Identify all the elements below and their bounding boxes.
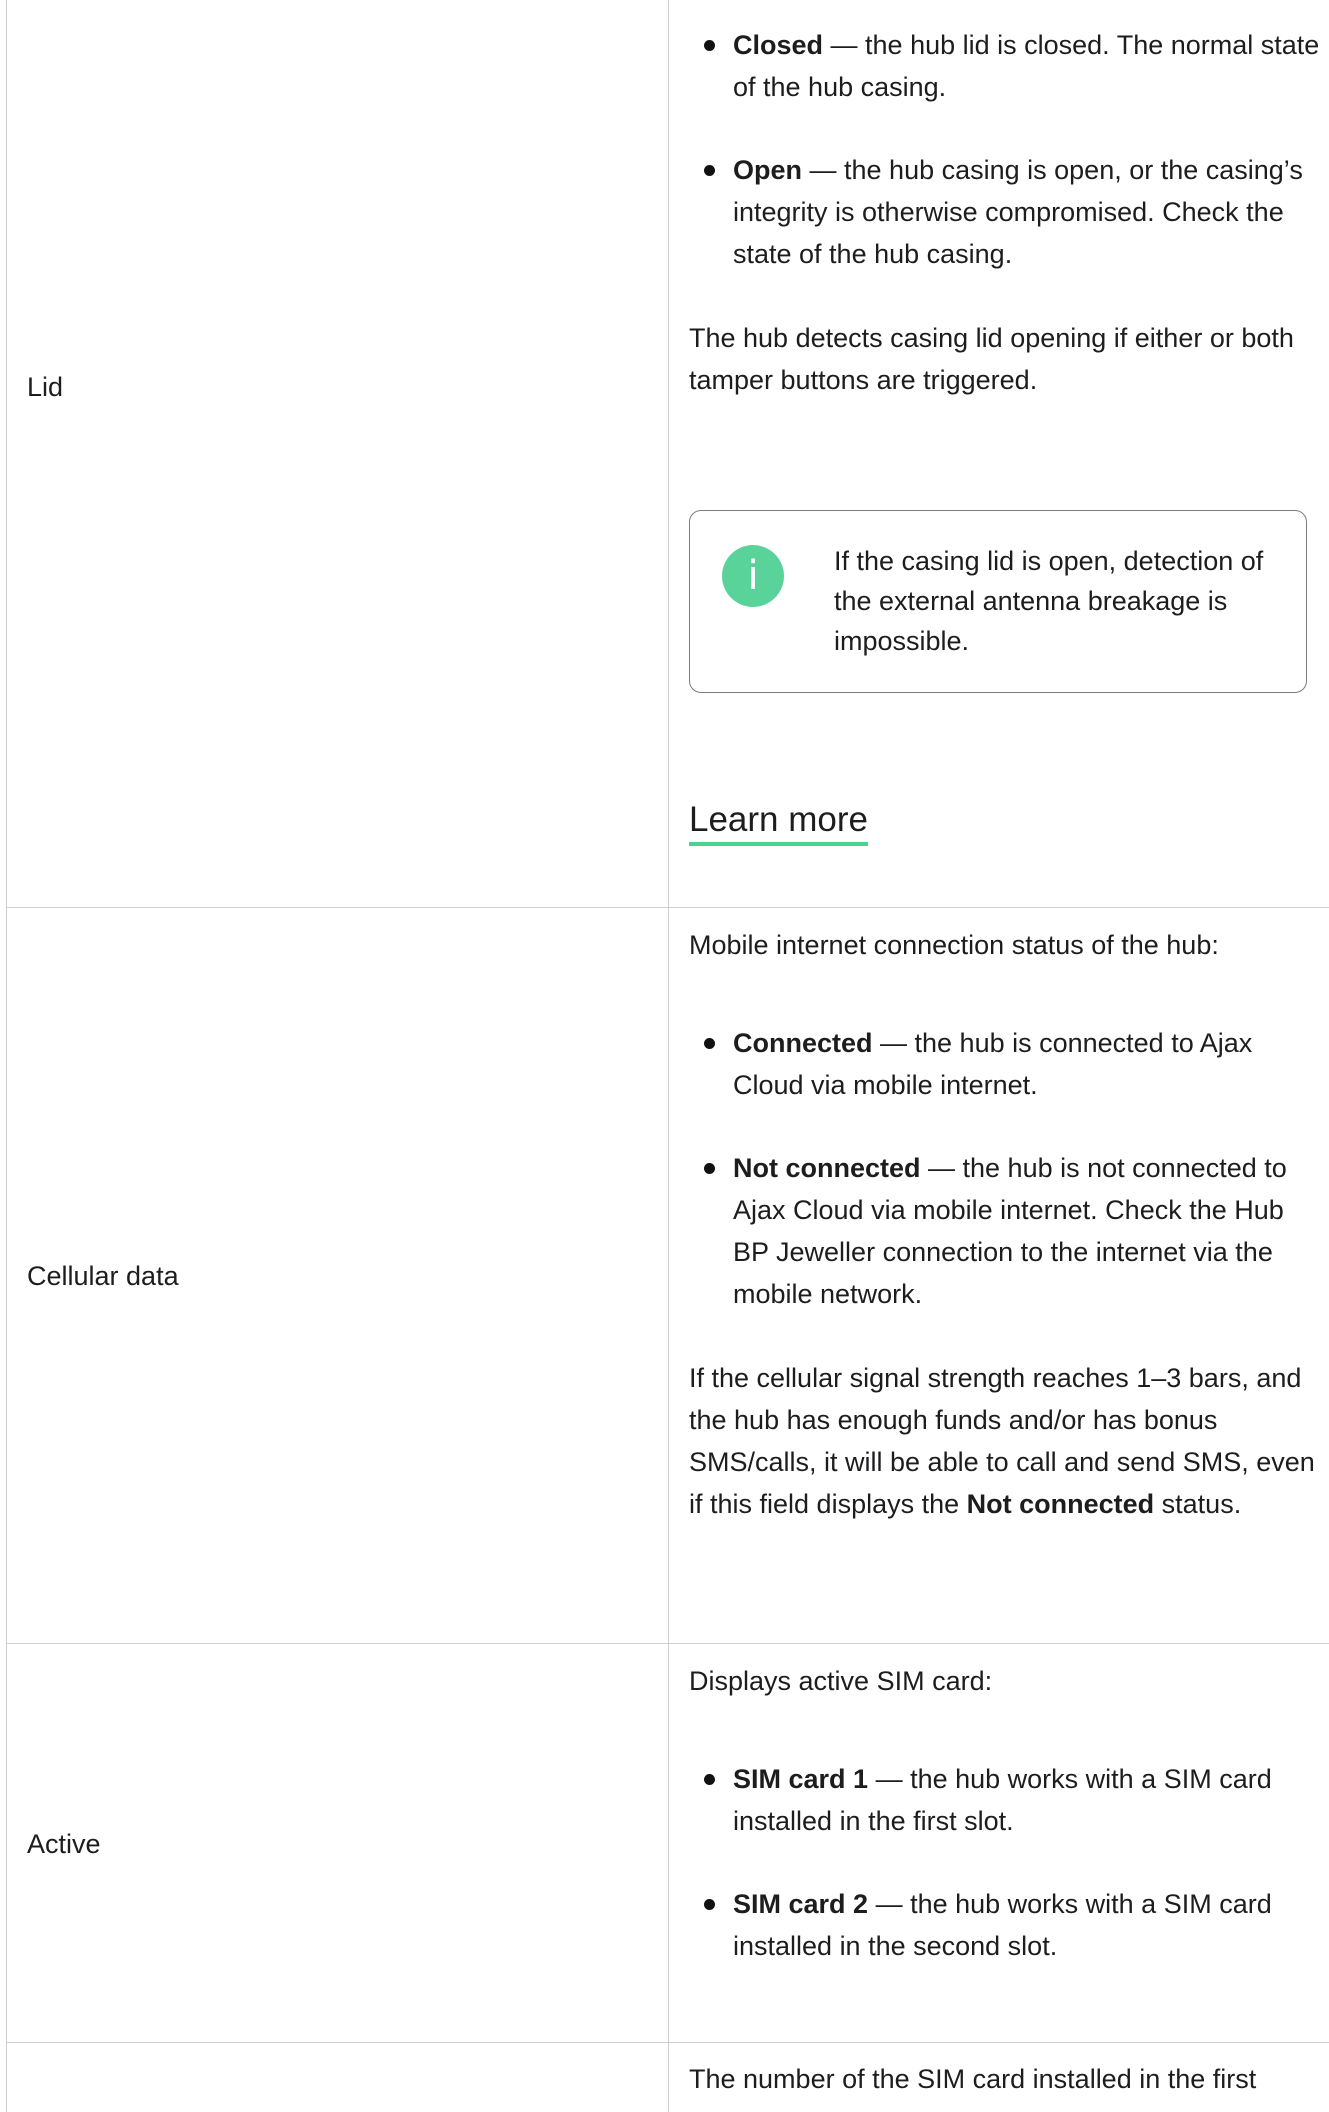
status-list: SIM card 1 — the hub works with a SIM ca… <box>689 1758 1321 1967</box>
row-divider <box>6 2042 1329 2043</box>
list-item: SIM card 2 — the hub works with a SIM ca… <box>689 1883 1321 1967</box>
note-text: If the casing lid is open, detection of … <box>834 546 1264 656</box>
row-name-active: Active <box>27 1829 101 1859</box>
row-name-lid: Lid <box>27 372 64 402</box>
info-icon: i <box>722 545 784 607</box>
list-item: Closed — the hub lid is closed. The norm… <box>689 24 1321 108</box>
sim-number-intro: The number of the SIM card installed in … <box>689 2064 1257 2094</box>
row-description-active: Displays active SIM card: SIM card 1 — t… <box>689 1660 1321 1967</box>
settings-table: Lid Closed — the hub lid is closed. The … <box>6 0 1329 2112</box>
list-item: Not connected — the hub is not connected… <box>689 1147 1321 1315</box>
cellular-intro: Mobile internet connection status of the… <box>689 930 1219 960</box>
table-left-border <box>6 0 7 2112</box>
lid-paragraph: The hub detects casing lid opening if ei… <box>689 323 1294 395</box>
cellular-paragraph: If the cellular signal strength reaches … <box>689 1363 1315 1519</box>
list-item: SIM card 1 — the hub works with a SIM ca… <box>689 1758 1321 1842</box>
list-item: Connected — the hub is connected to Ajax… <box>689 1022 1321 1106</box>
table-column-divider <box>668 0 669 2112</box>
row-description-sim-number: The number of the SIM card installed in … <box>689 2058 1321 2100</box>
row-description-lid: Closed — the hub lid is closed. The norm… <box>689 24 1321 401</box>
info-note: i If the casing lid is open, detection o… <box>689 510 1307 693</box>
active-intro: Displays active SIM card: <box>689 1666 993 1696</box>
status-list: Closed — the hub lid is closed. The norm… <box>689 24 1321 275</box>
row-divider <box>6 907 1329 908</box>
row-divider <box>6 1643 1329 1644</box>
list-item: Open — the hub casing is open, or the ca… <box>689 149 1321 275</box>
row-name-cellular-data: Cellular data <box>27 1261 179 1291</box>
row-description-cellular-data: Mobile internet connection status of the… <box>689 924 1321 1525</box>
status-list: Connected — the hub is connected to Ajax… <box>689 1022 1321 1315</box>
learn-more-link[interactable]: Learn more <box>689 800 868 846</box>
